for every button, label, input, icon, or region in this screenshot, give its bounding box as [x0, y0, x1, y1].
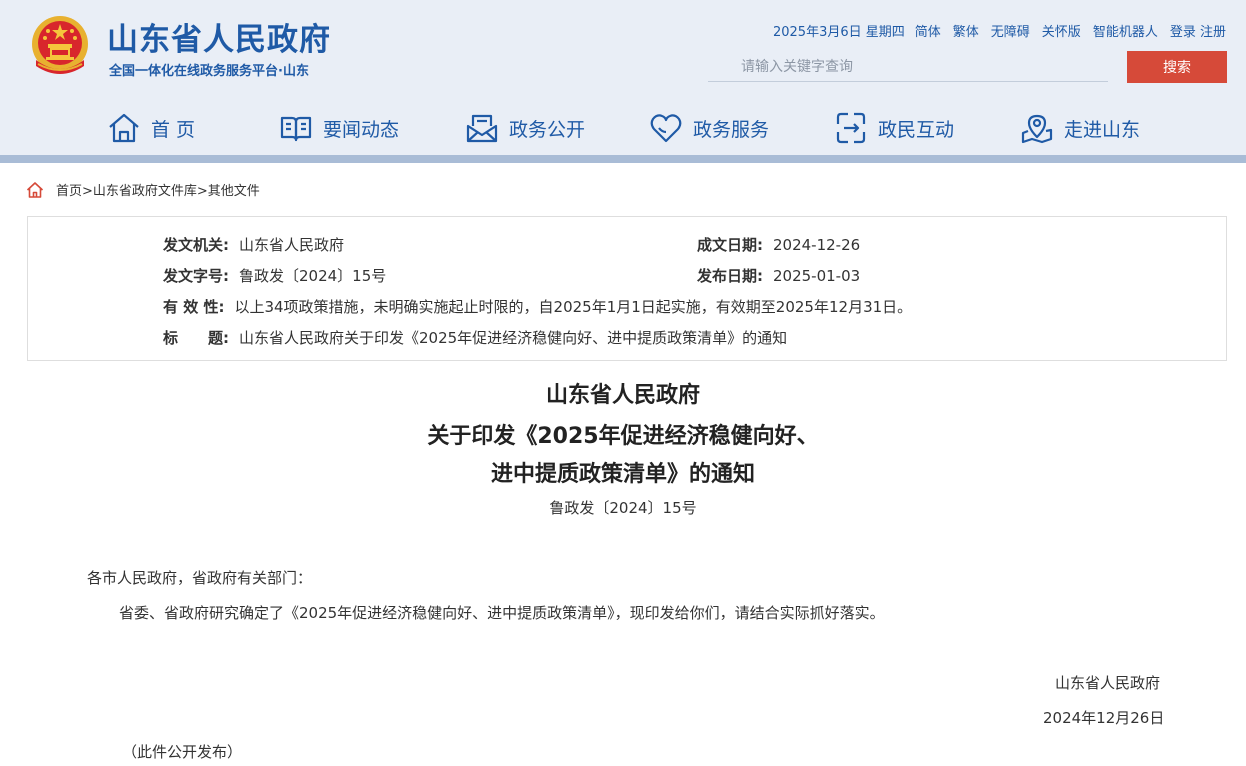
robot-link[interactable]: 智能机器人 [1093, 21, 1158, 40]
simplified-link[interactable]: 简体 [915, 21, 941, 40]
inbox-icon [466, 114, 498, 143]
article-doc-number: 鲁政发〔2024〕15号 [549, 499, 697, 517]
header-divider [0, 155, 1246, 163]
info-validity: 有 效 性: 以上34项政策措施，未明确实施起止时限的，自2025年1月1日起实施… [163, 296, 912, 317]
validity-value: 以上34项政策措施，未明确实施起止时限的，自2025年1月1日起实施，有效期至2… [234, 298, 913, 316]
nav-label: 政民互动 [878, 118, 955, 141]
site-title[interactable]: 山东省人民政府 [107, 14, 331, 59]
article-title-line1: 山东省人民政府 [545, 383, 700, 408]
nav-item-home[interactable]: 首 页 [107, 104, 195, 152]
article-signature: 山东省人民政府 [1055, 674, 1161, 692]
nav-label: 政务公开 [509, 118, 586, 141]
info-published: 发布日期: 2025-01-03 [697, 265, 860, 286]
published-label: 发布日期: [697, 267, 763, 285]
top-links: 2025年3月6日 星期四 简体 繁体 无障碍 关怀版 智能机器人 登录 注册 [773, 21, 1226, 40]
nav-label: 走进山东 [1064, 118, 1141, 141]
care-mode-link[interactable]: 关怀版 [1042, 21, 1081, 40]
search-button[interactable]: 搜索 [1127, 51, 1227, 83]
info-docno: 发文字号: 鲁政发〔2024〕15号 [163, 265, 386, 286]
book-icon [280, 116, 312, 142]
search-input[interactable] [708, 52, 1108, 82]
current-date: 2025年3月6日 星期四 [772, 25, 905, 40]
article-title-line2: 关于印发《2025年促进经济稳健向好、 [427, 424, 819, 449]
document-info-box: 发文机关: 山东省人民政府 成文日期: 2024-12-26 发文字号: 鲁政发〔20… [27, 216, 1227, 361]
breadcrumb-path[interactable]: 首页>山东省政府文件库>其他文件 [56, 180, 260, 199]
exchange-icon [836, 112, 866, 144]
register-link[interactable]: 注册 [1200, 25, 1226, 40]
issuer-label: 发文机关: [163, 236, 229, 254]
article-salutation: 各市人民政府，省政府有关部门： [87, 569, 313, 587]
article-note: （此件公开发布） [122, 743, 243, 761]
traditional-link[interactable]: 繁体 [953, 21, 979, 40]
title-value: 山东省人民政府关于印发《2025年促进经济稳健向好、进中提质政策清单》的通知 [239, 329, 788, 347]
docno-label: 发文字号: [163, 267, 229, 285]
nav-item-news[interactable]: 要闻动态 [279, 104, 399, 152]
login-link[interactable]: 登录 [1170, 25, 1196, 40]
site-subtitle: 全国一体化在线政务服务平台·山东 [109, 64, 309, 79]
accessible-link[interactable]: 无障碍 [991, 21, 1030, 40]
article-body: 省委、省政府研究确定了《2025年促进经济稳健向好、进中提质政策清单》，现印发给… [119, 604, 885, 622]
article-title-line3: 进中提质政策清单》的通知 [490, 462, 755, 487]
created-label: 成文日期: [697, 236, 763, 254]
site-header: 山东省人民政府 全国一体化在线政务服务平台·山东 2025年3月6日 星期四 简… [0, 0, 1246, 163]
main-nav: 首 页 要闻动态 政务公开 政务服务 政民互动 走进山东 [0, 104, 1246, 152]
issuer-value: 山东省人民政府 [239, 236, 345, 254]
heart-icon [650, 114, 682, 143]
title-label: 标 题: [163, 329, 229, 347]
breadcrumb: 首页>山东省政府文件库>其他文件 [26, 180, 260, 199]
map-pin-icon [1021, 114, 1053, 144]
nav-item-interaction[interactable]: 政民互动 [834, 104, 954, 152]
nav-item-services[interactable]: 政务服务 [649, 104, 769, 152]
nav-label: 首 页 [151, 118, 196, 141]
info-title: 标 题: 山东省人民政府关于印发《2025年促进经济稳健向好、进中提质政策清单》的… [163, 327, 787, 348]
article-date: 2024年12月26日 [1043, 709, 1165, 727]
nav-item-open-gov[interactable]: 政务公开 [465, 104, 585, 152]
info-created: 成文日期: 2024-12-26 [697, 234, 860, 255]
national-emblem-icon [32, 16, 88, 74]
info-issuer: 发文机关: 山东省人民政府 [163, 234, 344, 255]
created-value: 2024-12-26 [773, 236, 861, 254]
home-icon[interactable] [26, 181, 44, 199]
house-icon [109, 113, 139, 143]
nav-item-shandong[interactable]: 走进山东 [1020, 104, 1140, 152]
nav-label: 政务服务 [693, 118, 770, 141]
nav-label: 要闻动态 [323, 118, 400, 141]
published-value: 2025-01-03 [773, 267, 861, 285]
docno-value: 鲁政发〔2024〕15号 [239, 267, 387, 285]
validity-label: 有 效 性: [163, 298, 225, 316]
